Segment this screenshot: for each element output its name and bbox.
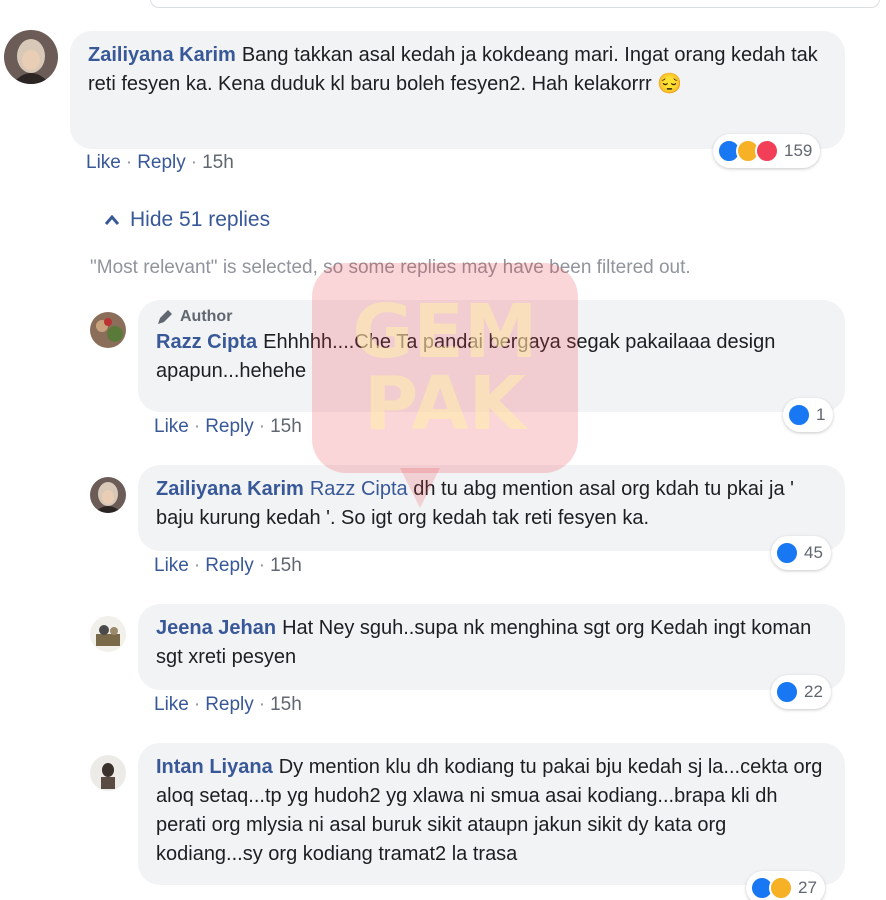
- comment-actions: Like · Reply · 15h: [154, 416, 302, 438]
- reply-link[interactable]: Reply: [205, 416, 254, 437]
- like-link[interactable]: Like: [154, 416, 189, 437]
- reaction-count: 1: [816, 405, 826, 424]
- separator: ·: [258, 555, 266, 576]
- timestamp[interactable]: 15h: [270, 694, 302, 715]
- avatar[interactable]: [90, 755, 126, 791]
- avatar[interactable]: [4, 30, 58, 84]
- author-label: Author: [180, 308, 233, 325]
- reaction-summary[interactable]: 22: [771, 675, 831, 709]
- reaction-count: 45: [804, 543, 823, 562]
- separator: ·: [193, 416, 201, 437]
- pensive-emoji-icon: 😔: [657, 73, 683, 95]
- separator: ·: [258, 416, 266, 437]
- reply-bubble: Author Razz Cipta Ehhhhh....Che Ta pandai…: [138, 300, 845, 412]
- comment-actions: Like · Reply · 15h: [154, 555, 302, 577]
- comment-input-edge[interactable]: [150, 0, 880, 8]
- separator: ·: [125, 152, 133, 173]
- reaction-count: 27: [798, 878, 817, 897]
- hide-replies-toggle[interactable]: Hide 51 replies: [104, 208, 270, 232]
- comment-bubble: Zailiyana Karim Bang takkan asal kedah ja…: [70, 31, 845, 149]
- separator: ·: [258, 694, 266, 715]
- avatar[interactable]: [90, 616, 126, 652]
- separator: ·: [190, 152, 198, 173]
- commenter-name[interactable]: Zailiyana Karim: [88, 44, 236, 66]
- commenter-name[interactable]: Jeena Jehan: [156, 617, 276, 639]
- haha-reaction-icon: [769, 876, 793, 900]
- reply-link[interactable]: Reply: [205, 694, 254, 715]
- hide-replies-label[interactable]: Hide 51 replies: [130, 208, 270, 232]
- pen-icon: [158, 310, 172, 324]
- reply-bubble: Intan Liyana Dy mention klu dh kodiang tu…: [138, 743, 845, 885]
- filter-note: "Most relevant" is selected, so some rep…: [90, 257, 691, 278]
- reaction-summary[interactable]: 159: [713, 134, 821, 168]
- commenter-name[interactable]: Zailiyana Karim: [156, 478, 304, 500]
- like-reaction-icon: [775, 541, 799, 565]
- timestamp[interactable]: 15h: [202, 152, 234, 173]
- chevron-up-icon: [104, 214, 120, 225]
- commenter-name[interactable]: Intan Liyana: [156, 756, 273, 778]
- like-link[interactable]: Like: [86, 152, 121, 173]
- like-link[interactable]: Like: [154, 694, 189, 715]
- separator: ·: [193, 694, 201, 715]
- mention-tag[interactable]: Razz Cipta: [310, 478, 408, 500]
- comment-actions: Like · Reply · 15h: [86, 152, 234, 174]
- like-link[interactable]: Like: [154, 555, 189, 576]
- timestamp[interactable]: 15h: [270, 416, 302, 437]
- reaction-summary[interactable]: 1: [783, 398, 834, 432]
- comment-actions: Like · Reply · 15h: [154, 694, 302, 716]
- reply-bubble: Zailiyana Karim Razz Cipta dh tu abg ment…: [138, 465, 845, 551]
- like-reaction-icon: [787, 403, 811, 427]
- separator: ·: [193, 555, 201, 576]
- avatar[interactable]: [90, 312, 126, 348]
- reaction-count: 22: [804, 682, 823, 701]
- reply-link[interactable]: Reply: [205, 555, 254, 576]
- author-badge: Author: [156, 306, 827, 328]
- like-reaction-icon: [775, 680, 799, 704]
- timestamp[interactable]: 15h: [270, 555, 302, 576]
- reaction-summary[interactable]: 27: [746, 871, 825, 900]
- reply-link[interactable]: Reply: [137, 152, 186, 173]
- avatar[interactable]: [90, 477, 126, 513]
- reaction-count: 159: [784, 141, 813, 160]
- reply-bubble: Jeena Jehan Hat Ney sguh..supa nk menghin…: [138, 604, 845, 690]
- reaction-summary[interactable]: 45: [771, 536, 831, 570]
- love-reaction-icon: [755, 139, 779, 163]
- commenter-name[interactable]: Razz Cipta: [156, 331, 257, 353]
